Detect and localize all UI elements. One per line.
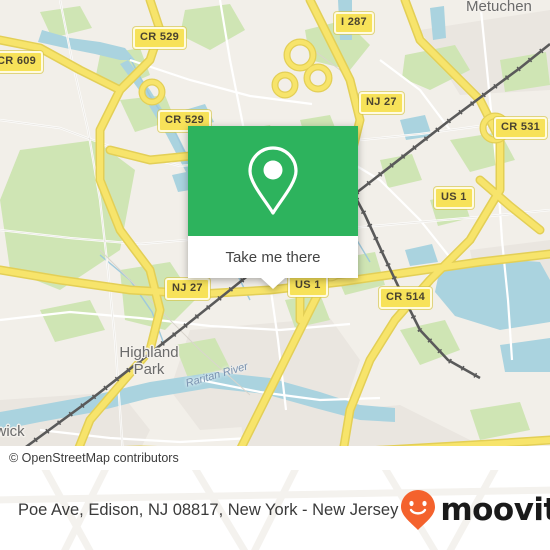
popup-header	[188, 126, 358, 236]
map-canvas[interactable]: CR 609 CR 529 I 287 NJ 27 CR 531 CR 529 …	[0, 0, 550, 470]
moovit-pin-smiley-icon	[401, 490, 436, 530]
road-shield: CR 531	[494, 117, 548, 139]
map-attribution-bar: © OpenStreetMap contributors	[0, 446, 550, 470]
road-shield: CR 609	[0, 51, 44, 73]
take-me-there-label: Take me there	[225, 248, 321, 266]
road-shield: CR 514	[379, 287, 433, 309]
moovit-logo[interactable]: moovit	[398, 488, 550, 532]
map-pin-icon	[248, 146, 298, 215]
road-shield: I 287	[334, 12, 374, 34]
road-shield: NJ 27	[165, 278, 210, 300]
popup-action-bar[interactable]: Take me there	[188, 236, 358, 278]
footer-bar: Poe Ave, Edison, NJ 08817, New York - Ne…	[0, 470, 550, 550]
moovit-wordmark: moovit	[440, 491, 550, 528]
road-shield: CR 529	[133, 27, 187, 49]
map-screenshot: CR 609 CR 529 I 287 NJ 27 CR 531 CR 529 …	[0, 0, 550, 550]
road-shield: US 1	[288, 275, 328, 297]
osm-attribution-text: © OpenStreetMap contributors	[9, 451, 179, 465]
road-shield: US 1	[434, 187, 474, 209]
popup-pointer	[261, 278, 285, 289]
road-shield: NJ 27	[359, 92, 404, 114]
location-address: Poe Ave, Edison, NJ 08817, New York - Ne…	[18, 500, 399, 519]
destination-popup[interactable]: Take me there	[188, 126, 358, 289]
